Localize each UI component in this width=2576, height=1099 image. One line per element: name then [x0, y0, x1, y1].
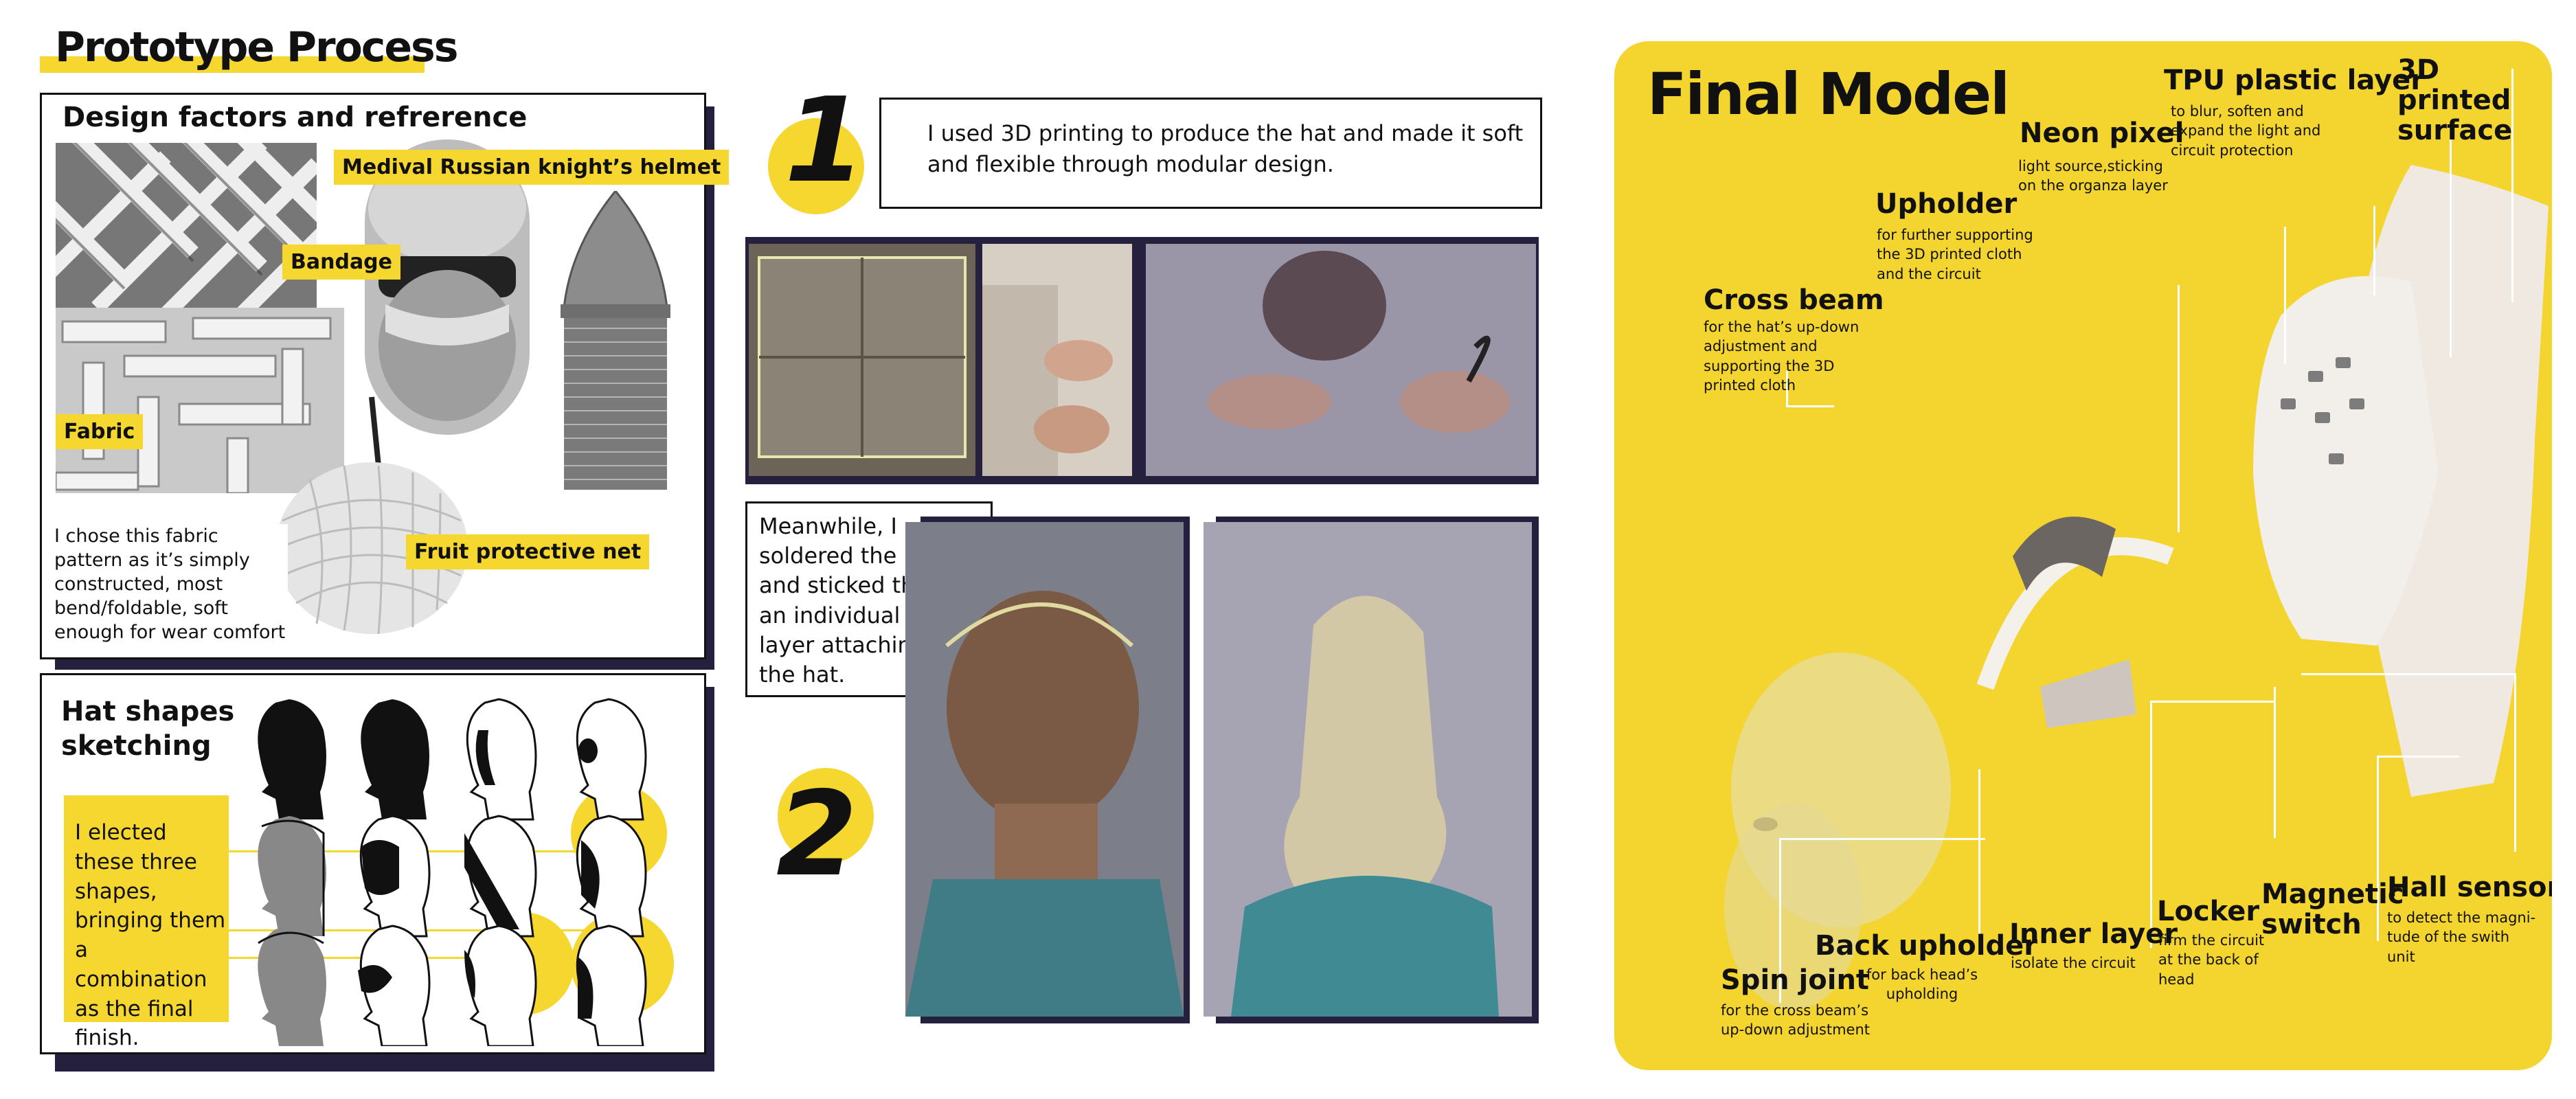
neon-pixel-desc: light source,sticking on the organza lay…	[2018, 158, 2168, 194]
cross-beam-title: Cross beam	[1704, 284, 1884, 316]
hat-shapes-heading: Hat shapes sketching	[61, 696, 235, 762]
leader-line	[2514, 673, 2516, 852]
inner-layer-title: Inner layer	[2009, 918, 2178, 950]
leader-line	[2150, 701, 2274, 703]
hall-sensor-title: Hall sensor	[2387, 872, 2552, 903]
leader-line	[1779, 838, 1985, 840]
design-factors-heading: Design factors and refrerence	[63, 102, 528, 133]
spin-joint-title: Spin joint	[1721, 964, 1870, 996]
leader-line	[2284, 227, 2286, 364]
spin-joint-desc: for the cross beam’s up-down adjustment	[1721, 1002, 1870, 1039]
hall-sensor-desc: to detect the magni-tude of the swith un…	[2387, 909, 2536, 965]
fabric-label: Fabric	[56, 414, 144, 449]
locker-title: Locker	[2157, 896, 2260, 927]
neon-pixel-title: Neon pixel	[2020, 117, 2184, 149]
magnetic-switch-title: Magnetic switch	[2261, 879, 2404, 940]
hat-shapes-panel: Hat shapes sketching I elected these thr…	[40, 673, 706, 1054]
upholder-arc-image	[1976, 517, 2174, 728]
leader-line	[1786, 405, 1834, 407]
hat-sketches	[258, 698, 647, 1046]
step-1-number: 1	[784, 73, 866, 209]
leader-line	[2373, 206, 2375, 295]
tpu-layer-desc: to blur, soften and expand the light and…	[2171, 103, 2321, 159]
inner-layer-desc: isolate the circuit	[2011, 955, 2136, 971]
step-1-text: I used 3D printing to produce the hat an…	[927, 120, 1524, 177]
fruit-net-label: Fruit protective net	[406, 534, 650, 569]
prototype-title: Prototype Process	[55, 23, 458, 71]
final-model-panel: Final Model TPU plastic layer to blur, s…	[1614, 41, 2552, 1070]
bandage-label: Bandage	[282, 245, 401, 280]
leader-line	[2178, 285, 2180, 532]
step-2-number: 2	[776, 767, 858, 903]
printed-surface-title: 3D printed surface	[2397, 54, 2513, 146]
locker-desc: firm the circuit at the back of head	[2158, 932, 2265, 988]
helmet-label: Medival Russian knight’s helmet	[334, 150, 730, 185]
mannequin-photo	[905, 522, 1184, 1017]
printed-sheet-photo	[749, 244, 975, 476]
fabric-choice-note: I chose this fabric pattern as it’s simp…	[54, 524, 288, 645]
tpu-layer-title: TPU plastic layer	[2164, 65, 2425, 96]
leader-line	[2301, 673, 2514, 675]
sewing-photo	[982, 244, 1132, 476]
lattice-image	[56, 143, 317, 308]
hood-photo	[1204, 522, 1532, 1017]
upholder-title: Upholder	[1875, 188, 2018, 220]
upholder-desc: for further supporting the 3D printed cl…	[1877, 227, 2033, 282]
helmet-image	[543, 191, 688, 500]
leader-line	[2377, 756, 2459, 758]
hat-shapes-note: I elected these three shapes, bringing t…	[75, 820, 226, 1051]
final-model-title: Final Model	[1647, 60, 2010, 128]
leader-line	[1978, 769, 1980, 934]
fruit-net-image	[269, 390, 475, 637]
back-upholder-desc: for back head’s upholding	[1866, 966, 1978, 1003]
leader-line	[2274, 687, 2276, 838]
cross-beam-desc: for the hat’s up-down adjustment and sup…	[1704, 319, 1860, 394]
leader-line	[2150, 701, 2152, 948]
soldering-photo	[1146, 244, 1536, 476]
back-upholder-title: Back upholder	[1815, 930, 2037, 962]
design-factors-panel: Design factors and refrerence Medival Ru…	[40, 93, 730, 659]
leader-line	[2450, 124, 2452, 357]
